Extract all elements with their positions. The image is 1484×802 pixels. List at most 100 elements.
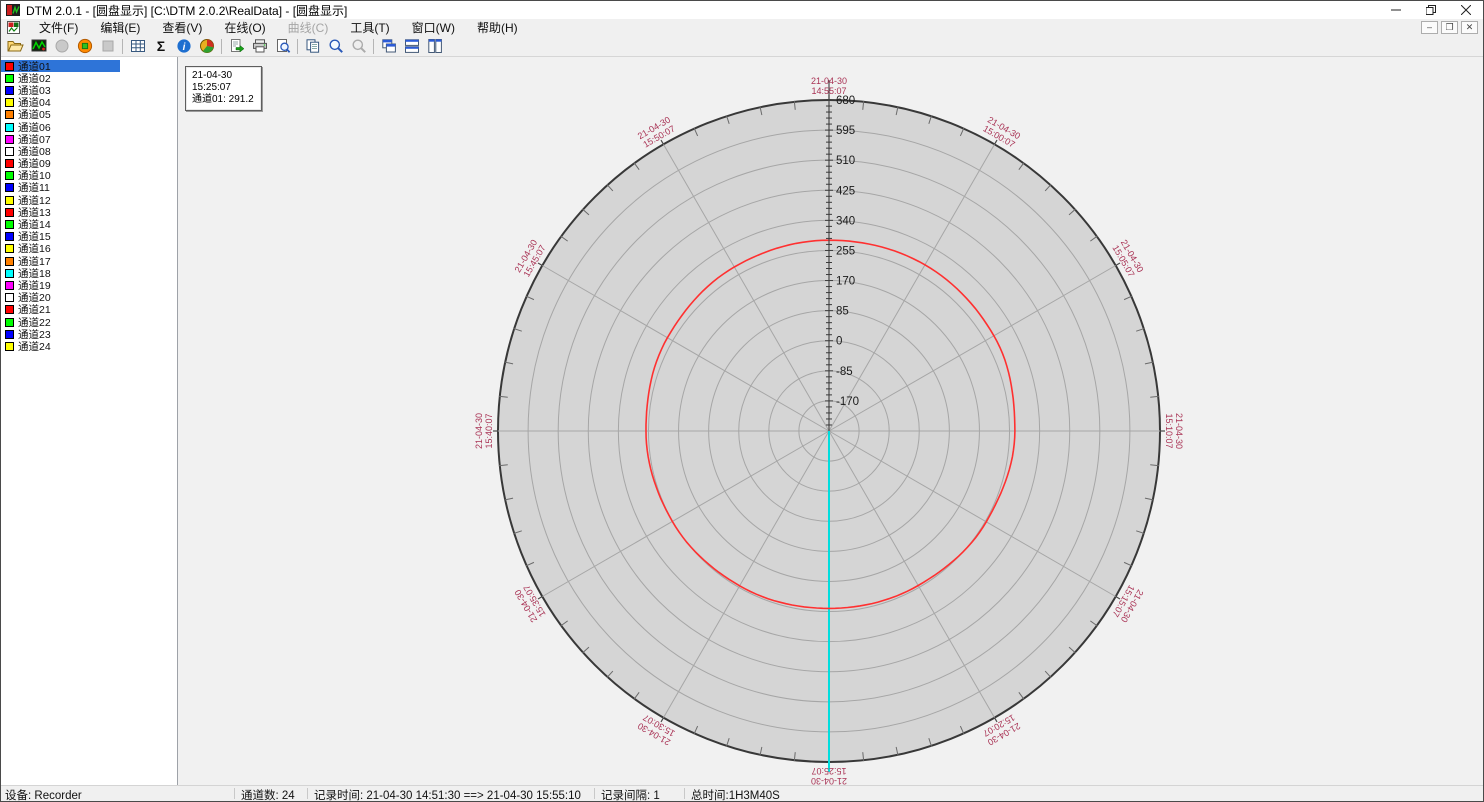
mdi-restore-button[interactable]: ❐	[1441, 21, 1458, 34]
print-button[interactable]	[248, 36, 271, 56]
channel-color-swatch	[5, 147, 14, 156]
svg-text:340: 340	[836, 215, 855, 227]
tooltip-date: 21-04-30	[192, 70, 254, 82]
svg-text:425: 425	[836, 185, 855, 197]
menu-items: 文件(F)编辑(E)查看(V)在线(O)曲线(C)工具(T)窗口(W)帮助(H)	[28, 19, 529, 36]
channel-color-swatch	[5, 305, 14, 314]
channel-list: 通道01通道02通道03通道04通道05通道06通道07通道08通道09通道10…	[1, 57, 178, 785]
window-controls	[1378, 1, 1483, 19]
channel-color-swatch	[5, 86, 14, 95]
data-tooltip: 21-04-30 15:25:07 通道01: 291.2	[185, 66, 262, 111]
circular-chart[interactable]: 680595510425340255170850-85-17021-04-301…	[178, 57, 1483, 785]
svg-text:-170: -170	[836, 396, 859, 408]
svg-text:15:10:07: 15:10:07	[1164, 413, 1174, 448]
statusbar-divider	[307, 788, 308, 799]
info-button[interactable]: i	[172, 36, 195, 56]
menu-文件f[interactable]: 文件(F)	[28, 19, 89, 36]
channel-color-swatch	[5, 330, 14, 339]
toolbar-separator	[373, 39, 374, 54]
svg-text:21-04-30: 21-04-30	[474, 413, 484, 449]
svg-text:170: 170	[836, 276, 855, 288]
time-label-14:55:07: 21-04-3014:55:07	[811, 76, 847, 96]
svg-text:85: 85	[836, 306, 849, 318]
menu-曲线c: 曲线(C)	[277, 19, 340, 36]
statistics-button[interactable]: Σ	[149, 36, 172, 56]
cascade-windows-button[interactable]	[377, 36, 400, 56]
menu-bar: 文件(F)编辑(E)查看(V)在线(O)曲线(C)工具(T)窗口(W)帮助(H)…	[1, 19, 1483, 36]
mdi-minimize-button[interactable]: –	[1421, 21, 1438, 34]
svg-text:14:55:07: 14:55:07	[811, 86, 846, 96]
chart-panel: 21-04-30 15:25:07 通道01: 291.2 680 595 510 4…	[178, 57, 1483, 785]
channel-color-swatch	[5, 183, 14, 192]
svg-text:15:25:07: 15:25:07	[811, 766, 846, 776]
channel-color-swatch	[5, 342, 14, 351]
statusbar-divider	[234, 788, 235, 799]
channel-color-swatch	[5, 74, 14, 83]
main-content: 通道01通道02通道03通道04通道05通道06通道07通道08通道09通道10…	[1, 57, 1483, 785]
svg-text:21-04-30: 21-04-30	[1174, 413, 1184, 449]
tooltip-time: 15:25:07	[192, 82, 254, 94]
tile-vertical-button[interactable]	[423, 36, 446, 56]
realtime-curve-button[interactable]	[27, 36, 50, 56]
channel-color-swatch	[5, 196, 14, 205]
channel-color-swatch	[5, 135, 14, 144]
record-active-button[interactable]	[73, 36, 96, 56]
time-label-15:25:07: 21-04-3015:25:07	[811, 766, 847, 785]
toolbar-separator	[297, 39, 298, 54]
app-window: DTM 2.0.1 - [圆盘显示] [C:\DTM 2.0.2\RealDat…	[0, 0, 1484, 802]
time-label-15:10:07: 21-04-3015:10:07	[1164, 413, 1184, 449]
menu-帮助h[interactable]: 帮助(H)	[466, 19, 529, 36]
svg-text:255: 255	[836, 245, 855, 257]
print-preview-button[interactable]	[271, 36, 294, 56]
channel-color-swatch	[5, 244, 14, 253]
svg-text:21-04-30: 21-04-30	[811, 76, 847, 86]
menu-编辑e[interactable]: 编辑(E)	[89, 19, 151, 36]
stop-button	[96, 36, 119, 56]
status-section-2: 通道数: 24	[241, 787, 295, 802]
channel-color-swatch	[5, 208, 14, 217]
channel-color-swatch	[5, 293, 14, 302]
export-report-button[interactable]	[225, 36, 248, 56]
menu-在线o[interactable]: 在线(O)	[213, 19, 276, 36]
toolbar-separator	[221, 39, 222, 54]
zoom-out-button	[347, 36, 370, 56]
channel-color-swatch	[5, 123, 14, 132]
mdi-close-button[interactable]: ✕	[1461, 21, 1478, 34]
channel-color-swatch	[5, 159, 14, 168]
mdi-child-controls: – ❐ ✕	[1421, 21, 1478, 34]
menu-工具t[interactable]: 工具(T)	[339, 19, 400, 36]
menu-窗口w[interactable]: 窗口(W)	[401, 19, 466, 36]
close-button[interactable]	[1448, 1, 1483, 19]
restore-button[interactable]	[1413, 1, 1448, 19]
channel-color-swatch	[5, 62, 14, 71]
copy-button[interactable]	[301, 36, 324, 56]
channel-item-24[interactable]: 通道24	[1, 340, 120, 352]
statusbar-divider	[594, 788, 595, 799]
svg-text:510: 510	[836, 155, 855, 167]
tooltip-reading: 通道01: 291.2	[192, 94, 254, 106]
status-section-1: 设备: Recorder	[5, 787, 82, 802]
channel-color-swatch	[5, 171, 14, 180]
svg-text:-85: -85	[836, 366, 853, 378]
status-section-4: 记录间隔: 1	[601, 787, 660, 802]
toolbar: Σi	[1, 36, 1483, 57]
title-bar[interactable]: DTM 2.0.1 - [圆盘显示] [C:\DTM 2.0.2\RealDat…	[1, 1, 1483, 19]
minimize-button[interactable]	[1378, 1, 1413, 19]
open-file-button[interactable]	[4, 36, 27, 56]
svg-text:0: 0	[836, 336, 842, 348]
window-title: DTM 2.0.1 - [圆盘显示] [C:\DTM 2.0.2\RealDat…	[26, 2, 347, 19]
svg-text:Σ: Σ	[156, 38, 164, 54]
channel-color-swatch	[5, 232, 14, 241]
channel-color-swatch	[5, 110, 14, 119]
menu-查看v[interactable]: 查看(V)	[151, 19, 213, 36]
pie-chart-button[interactable]	[195, 36, 218, 56]
data-table-button[interactable]	[126, 36, 149, 56]
tile-horizontal-button[interactable]	[400, 36, 423, 56]
toolbar-separator	[122, 39, 123, 54]
zoom-in-button[interactable]	[324, 36, 347, 56]
channel-color-swatch	[5, 269, 14, 278]
svg-text:680: 680	[836, 95, 855, 107]
svg-text:595: 595	[836, 125, 855, 137]
channel-label: 通道24	[18, 339, 51, 354]
mdi-document-icon[interactable]	[7, 21, 20, 34]
